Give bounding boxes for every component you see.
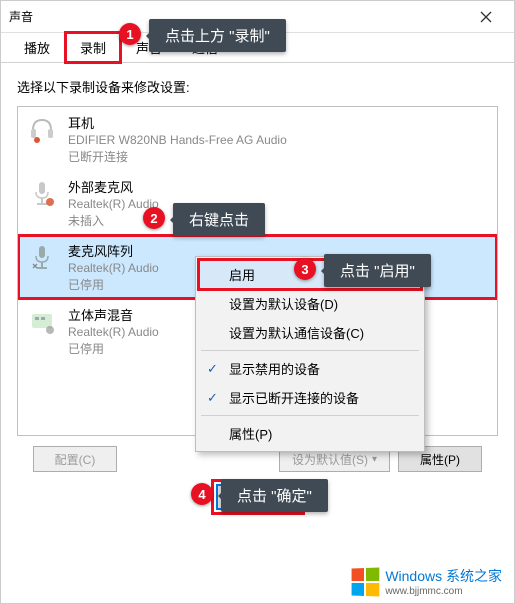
microphone-icon	[26, 241, 58, 273]
annotation-badge-2: 2	[143, 207, 165, 229]
device-name: 麦克风阵列	[68, 241, 159, 260]
brand-text: Windows 系统之家	[385, 566, 502, 586]
device-name: 立体声混音	[68, 305, 159, 324]
tab-playback[interactable]: 播放	[9, 32, 65, 63]
device-name: 耳机	[68, 113, 287, 132]
watermark: Windows 系统之家 www.bjjmmc.com	[347, 564, 506, 599]
brand-sub: www.bjjmmc.com	[385, 586, 502, 597]
configure-button[interactable]: 配置(C)	[33, 446, 117, 472]
set-default-label: 设为默认值(S)	[292, 451, 368, 468]
device-item-headset[interactable]: 耳机 EDIFIER W820NB Hands-Free AG Audio 已断…	[18, 107, 497, 171]
annotation-badge-4: 4	[191, 483, 213, 505]
sound-dialog: 声音 播放 录制 声音 通信 选择以下录制设备来修改设置: 耳机 EDIFIER…	[0, 0, 515, 604]
soundcard-icon	[26, 305, 58, 337]
device-name: 外部麦克风	[68, 177, 159, 196]
menu-properties[interactable]: 属性(P)	[199, 419, 421, 448]
device-sub: Realtek(R) Audio	[68, 261, 159, 275]
annotation-badge-3: 3	[294, 258, 316, 280]
menu-set-default-comm[interactable]: 设置为默认通信设备(C)	[199, 318, 421, 347]
microphone-icon	[26, 177, 58, 209]
close-button[interactable]	[466, 2, 506, 32]
close-icon	[480, 11, 492, 23]
menu-label: 显示已断开连接的设备	[229, 391, 359, 406]
headset-icon	[26, 113, 58, 145]
annotation-bubble-3: 点击 "启用"	[324, 254, 431, 287]
device-status: 已停用	[68, 276, 159, 293]
menu-show-disconnected[interactable]: ✓ 显示已断开连接的设备	[199, 383, 421, 412]
menu-separator	[201, 415, 419, 416]
windows-logo-icon	[352, 567, 380, 596]
annotation-bubble-4: 点击 "确定"	[221, 479, 328, 512]
check-icon: ✓	[207, 390, 218, 406]
device-sub: Realtek(R) Audio	[68, 197, 159, 211]
tab-recording[interactable]: 录制	[65, 32, 121, 63]
device-status: 已停用	[68, 340, 159, 357]
annotation-bubble-1: 点击上方 "录制"	[149, 19, 286, 52]
menu-set-default[interactable]: 设置为默认设备(D)	[199, 289, 421, 318]
menu-label: 显示禁用的设备	[229, 362, 320, 377]
device-sub: Realtek(R) Audio	[68, 325, 159, 339]
chevron-down-icon: ▾	[372, 454, 377, 465]
annotation-badge-1: 1	[119, 23, 141, 45]
instruction-text: 选择以下录制设备来修改设置:	[17, 77, 498, 96]
device-status: 已断开连接	[68, 148, 287, 165]
device-sub: EDIFIER W820NB Hands-Free AG Audio	[68, 133, 287, 147]
menu-separator	[201, 350, 419, 351]
menu-show-disabled[interactable]: ✓ 显示禁用的设备	[199, 354, 421, 383]
check-icon: ✓	[207, 361, 218, 377]
annotation-bubble-2: 右键点击	[173, 203, 265, 236]
